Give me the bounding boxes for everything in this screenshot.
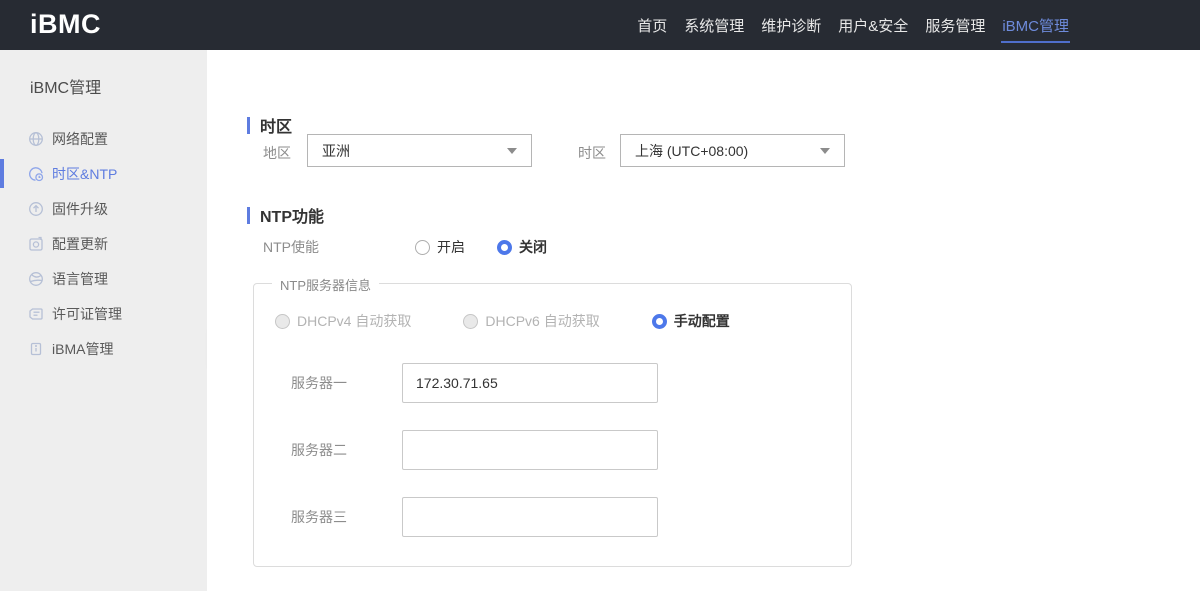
server-three-input[interactable] xyxy=(402,497,658,537)
server-three-row: 服务器三 xyxy=(291,497,658,537)
top-navbar: iBMC 首页 系统管理 维护诊断 用户&安全 服务管理 iBMC管理 xyxy=(0,0,1200,50)
radio-disabled-icon xyxy=(275,313,290,329)
sidebar-item-firmware-upgrade[interactable]: 固件升级 xyxy=(0,191,207,226)
timezone-select-value: 上海 (UTC+08:00) xyxy=(635,142,749,159)
ntp-section-title: NTP功能 xyxy=(247,203,324,227)
nav-item-home[interactable]: 首页 xyxy=(636,0,668,50)
radio-disabled-icon xyxy=(463,313,479,329)
sidebar-item-config-update[interactable]: 配置更新 xyxy=(0,226,207,261)
region-label: 地区 xyxy=(263,145,291,161)
sidebar-item-timezone-ntp[interactable]: 时区&NTP xyxy=(0,156,207,191)
ibma-icon xyxy=(28,341,44,357)
nav-item-services[interactable]: 服务管理 xyxy=(924,0,986,50)
globe-icon xyxy=(28,131,44,147)
sidebar-item-language[interactable]: 语言管理 xyxy=(0,261,207,296)
sidebar-item-label: 语言管理 xyxy=(52,270,108,287)
server-two-label: 服务器二 xyxy=(291,442,347,458)
server-three-label: 服务器三 xyxy=(291,509,347,525)
server-one-input[interactable] xyxy=(402,363,658,403)
region-select[interactable]: 亚洲 xyxy=(307,134,532,167)
radio-checked-icon xyxy=(651,313,667,329)
content-area: 时区 地区 亚洲 时区 上海 (UTC+08:00) NTP功能 NTP使能 开… xyxy=(207,50,1200,591)
timezone-clock-icon xyxy=(28,166,44,182)
sidebar-item-label: 许可证管理 xyxy=(52,305,122,322)
dhcpv4-auto-radio: DHCPv4 自动获取 xyxy=(275,311,411,331)
config-update-icon xyxy=(28,236,44,252)
server-one-label: 服务器一 xyxy=(291,375,347,391)
sidebar-title: iBMC管理 xyxy=(30,80,102,97)
sidebar-item-network-config[interactable]: 网络配置 xyxy=(0,121,207,156)
ibmc-logo: iBMC xyxy=(30,9,101,39)
radio-checked-icon xyxy=(497,239,512,255)
sidebar-menu: 网络配置 时区&NTP 固件升级 配置更新 语言管理 许可证管理 iBMA管理 xyxy=(0,121,207,366)
server-one-row: 服务器一 xyxy=(291,363,658,403)
dhcpv6-auto-radio: DHCPv6 自动获取 xyxy=(463,311,600,331)
ntp-server-group: NTP服务器信息 DHCPv4 自动获取 DHCPv6 自动获取 手动配置 服务… xyxy=(253,275,852,567)
region-select-value: 亚洲 xyxy=(322,142,350,159)
timezone-label: 时区 xyxy=(578,145,606,161)
manual-config-radio[interactable]: 手动配置 xyxy=(651,311,730,331)
timezone-select[interactable]: 上海 (UTC+08:00) xyxy=(620,134,845,167)
ntp-server-mode-row: DHCPv4 自动获取 DHCPv6 自动获取 手动配置 xyxy=(275,312,730,330)
language-icon xyxy=(28,271,44,287)
radio-unchecked-icon xyxy=(415,239,430,255)
ntp-enable-off-radio[interactable]: 关闭 xyxy=(497,237,547,257)
chevron-down-icon xyxy=(507,147,517,154)
server-two-row: 服务器二 xyxy=(291,430,658,470)
sidebar-item-label: iBMA管理 xyxy=(52,340,114,357)
server-two-input[interactable] xyxy=(402,430,658,470)
nav-item-user-security[interactable]: 用户&安全 xyxy=(837,0,909,50)
ntp-enable-row: NTP使能 开启 关闭 xyxy=(263,239,547,255)
section-accent-bar xyxy=(247,116,250,134)
license-icon xyxy=(28,306,44,322)
nav-item-maintenance[interactable]: 维护诊断 xyxy=(760,0,822,50)
sidebar-item-label: 时区&NTP xyxy=(52,165,118,182)
timezone-section-title: 时区 xyxy=(247,113,292,137)
sidebar: iBMC管理 网络配置 时区&NTP 固件升级 配置更新 语言管理 许可证管理 … xyxy=(0,50,207,591)
sidebar-item-label: 网络配置 xyxy=(52,130,108,147)
sidebar-item-license[interactable]: 许可证管理 xyxy=(0,296,207,331)
section-accent-bar xyxy=(247,206,250,224)
ntp-enable-on-radio[interactable]: 开启 xyxy=(415,237,465,257)
sidebar-item-label: 配置更新 xyxy=(52,235,108,252)
sidebar-item-label: 固件升级 xyxy=(52,200,108,217)
sidebar-item-ibma[interactable]: iBMA管理 xyxy=(0,331,207,366)
ntp-enable-label: NTP使能 xyxy=(263,239,319,255)
ntp-server-group-legend: NTP服务器信息 xyxy=(272,275,380,294)
chevron-down-icon xyxy=(820,147,830,154)
main-nav: 首页 系统管理 维护诊断 用户&安全 服务管理 iBMC管理 xyxy=(636,0,1070,50)
nav-item-system[interactable]: 系统管理 xyxy=(683,0,745,50)
nav-item-ibmc-management[interactable]: iBMC管理 xyxy=(1001,0,1070,50)
firmware-upgrade-icon xyxy=(28,201,44,217)
